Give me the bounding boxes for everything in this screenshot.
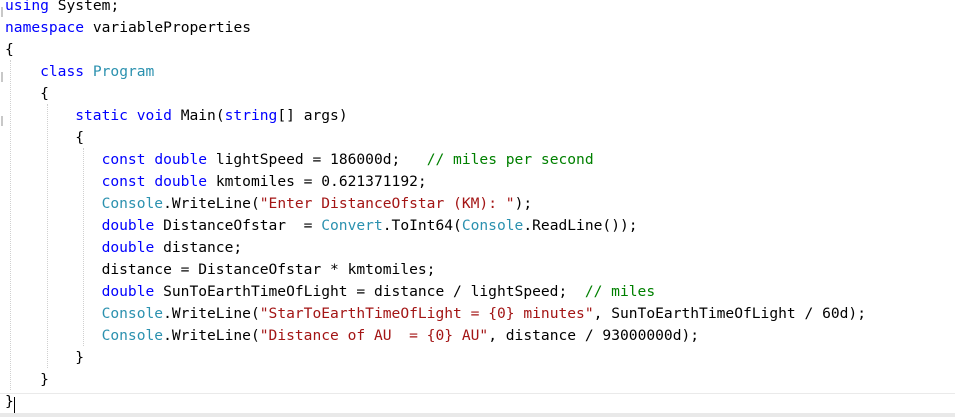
code-token-plain: .ReadLine()); [523,217,638,234]
code-token-keyword: double [154,151,208,168]
code-token-plain: kmtomiles = 0.621371192; [207,173,427,190]
code-token-keyword: const [101,151,146,168]
code-token-type: Convert [321,217,383,234]
code-token-string: "StarToEarthTimeOfLight = {0} minutes" [259,305,594,322]
code-token-type: Program [92,63,155,80]
horizontal-scrollbar[interactable] [0,413,955,417]
code-token-comment: // miles [584,283,656,300]
code-line[interactable]: double DistanceOfstar = Convert.ToInt64(… [102,216,638,238]
code-line[interactable]: using System; [5,0,119,18]
outline-marker [1,7,3,17]
code-editor[interactable]: using System; namespace variablePropertie… [0,0,955,417]
outline-marker [1,116,3,126]
code-token-plain: .ToInt64( [382,217,462,234]
code-token-plain: } [75,349,85,366]
code-token-keyword: string [224,107,278,124]
indent-guide [10,60,12,390]
indent-guide [47,104,49,368]
code-token-plain: DistanceOfstar = [154,217,322,234]
code-token-plain: { [40,85,49,102]
code-token-plain: variableProperties [84,19,252,36]
code-token-plain: .WriteLine( [163,195,260,212]
code-token-plain: .WriteLine( [163,327,260,344]
code-token-plain: Main( [171,107,225,124]
code-token-comment: // miles per second [426,151,594,168]
code-line[interactable]: { [5,40,14,62]
code-line[interactable]: Console.WriteLine("Enter DistanceOfstar … [102,194,533,216]
code-line[interactable]: double SunToEarthTimeOfLight = distance … [102,282,656,304]
code-token-string: "Enter DistanceOfstar (KM): " [259,195,515,212]
code-token-plain: distance; [154,239,243,256]
code-line[interactable]: class Program [40,62,154,84]
outline-marker [1,72,3,82]
code-token-plain: { [75,129,85,146]
code-line[interactable]: const double lightSpeed = 186000d; // mi… [102,150,594,172]
code-line[interactable]: const double kmtomiles = 0.621371192; [102,172,427,194]
code-token-plain: , distance / 93000000d); [488,327,700,344]
code-line[interactable]: Console.WriteLine("Distance of AU = {0} … [102,326,700,348]
code-token-keyword: void [136,107,172,124]
code-token-string: "Distance of AU = {0} AU" [259,327,489,344]
code-token-type: Console [101,195,164,212]
code-token-plain: lightSpeed = 186000d; [207,151,427,168]
code-token-keyword: namespace [5,19,85,36]
code-token-keyword: double [154,173,208,190]
code-line[interactable]: static void Main(string[] args) [75,106,347,128]
code-token-keyword: const [101,173,146,190]
code-line[interactable]: namespace variableProperties [5,18,251,40]
code-token-plain: .WriteLine( [163,305,260,322]
code-token-plain: System; [48,0,120,14]
code-token-keyword: double [101,239,155,256]
code-line[interactable]: double distance; [102,238,243,260]
code-line[interactable]: } [75,348,84,370]
code-token-type: Console [461,217,524,234]
code-token-type: Console [101,327,164,344]
code-token-keyword: double [101,283,155,300]
code-line[interactable]: { [75,128,84,150]
code-token-plain: SunToEarthTimeOfLight = distance / light… [154,283,585,300]
code-token-keyword: class [40,63,85,80]
code-token-plain: ); [514,195,533,212]
indent-guide [83,148,85,346]
code-token-keyword: static [75,107,128,124]
code-line[interactable]: } [5,392,14,414]
code-line[interactable]: distance = DistanceOfstar * kmtomiles; [102,260,436,282]
code-token-plain: } [40,371,49,388]
code-token-type: Console [101,305,164,322]
code-token-keyword: using [5,0,49,14]
code-token-plain: [] args) [277,107,348,124]
code-line[interactable]: Console.WriteLine("StarToEarthTimeOfLigh… [102,304,866,326]
code-line[interactable]: { [40,84,49,106]
code-token-plain: , SunToEarthTimeOfLight / 60d); [593,305,866,322]
code-token-plain: } [5,393,14,410]
code-token-plain: { [5,41,14,58]
code-line[interactable]: } [40,370,49,392]
code-token-plain: distance = DistanceOfstar * kmtomiles; [101,261,436,278]
code-token-keyword: double [101,217,155,234]
